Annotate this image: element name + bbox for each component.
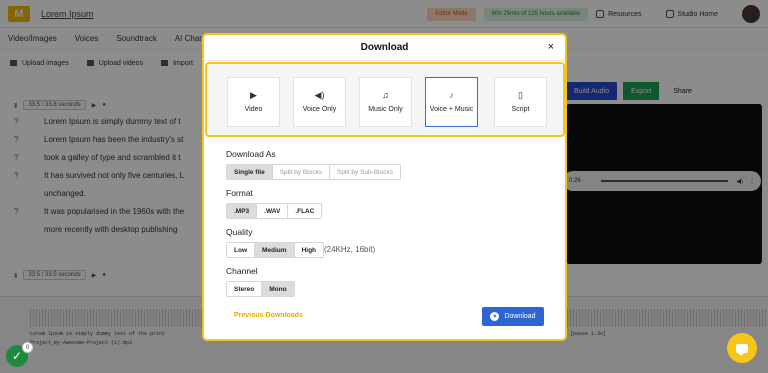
quality-high-button[interactable]: High (294, 243, 324, 257)
option-voice-music[interactable]: ♪ Voice + Music (425, 77, 478, 127)
download-as-group: Single file Split by Blocks Split by Sub… (226, 164, 401, 180)
quality-group: Low Medium High (226, 242, 325, 258)
option-video[interactable]: ▶ Video (227, 77, 280, 127)
option-voice-only[interactable]: ◀) Voice Only (293, 77, 346, 127)
format-group: .MP3 .WAV .FLAC (226, 203, 323, 219)
format-mp3-button[interactable]: .MP3 (227, 204, 258, 218)
notification-count: 0 (22, 342, 33, 353)
channel-group: Stereo Mono (226, 281, 295, 297)
modal-title: Download (360, 42, 409, 53)
download-as-label: Download As (226, 149, 276, 159)
speaker-icon: ◀) (314, 90, 325, 100)
split-subblocks-button[interactable]: Split by Sub-Blocks (329, 165, 400, 179)
option-script[interactable]: ▯ Script (494, 77, 547, 127)
option-label: Music Only (368, 106, 403, 113)
split-blocks-button[interactable]: Split by Blocks (272, 165, 330, 179)
document-icon: ▯ (518, 90, 523, 100)
option-music-only[interactable]: ♫ Music Only (359, 77, 412, 127)
option-label: Video (244, 106, 263, 113)
chat-button[interactable] (727, 333, 757, 363)
previous-downloads-link[interactable]: Previous Downloads (234, 312, 303, 319)
download-button[interactable]: ▾ Download (482, 307, 544, 326)
quality-low-button[interactable]: Low (227, 243, 255, 257)
music-note-icon: ♫ (382, 90, 389, 100)
download-button-label: Download (504, 313, 536, 320)
download-type-options: ▶ Video ◀) Voice Only ♫ Music Only ♪ Voi… (205, 62, 565, 137)
format-label: Format (226, 188, 253, 198)
channel-stereo-button[interactable]: Stereo (227, 282, 263, 296)
option-label: Script (511, 106, 530, 113)
download-icon: ▾ (490, 312, 500, 321)
channel-label: Channel (226, 266, 258, 276)
modal-header: Download × (204, 35, 565, 61)
single-file-button[interactable]: Single file (227, 165, 273, 179)
chat-icon (736, 343, 748, 356)
channel-mono-button[interactable]: Mono (262, 282, 294, 296)
option-label: Voice Only (302, 106, 337, 113)
quality-medium-button[interactable]: Medium (255, 243, 295, 257)
quality-note: (24KHz, 16bit) (324, 245, 376, 254)
format-wav-button[interactable]: .WAV (257, 204, 289, 218)
option-label: Voice + Music (429, 106, 474, 113)
quality-label: Quality (226, 227, 253, 237)
close-icon[interactable]: × (548, 41, 554, 53)
download-modal: Download × ▶ Video ◀) Voice Only ♫ Music… (202, 33, 567, 341)
bell-icon: ♪ (449, 90, 454, 100)
format-flac-button[interactable]: .FLAC (288, 204, 322, 218)
video-icon: ▶ (250, 90, 257, 100)
